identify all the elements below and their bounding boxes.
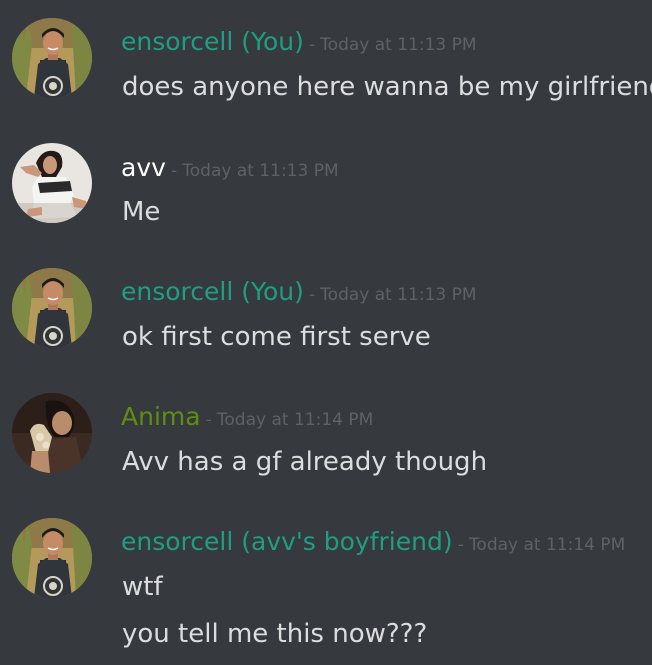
username[interactable]: ensorcell (You): [121, 277, 304, 306]
message-text: you tell me this now???: [122, 619, 428, 649]
message-header: Anima - Today at 11:14 PM: [121, 404, 373, 429]
avatar-ensorcell[interactable]: [12, 18, 92, 98]
timestamp: Today at 11:13 PM: [182, 161, 339, 181]
username[interactable]: ensorcell (You): [121, 27, 304, 56]
message-header: ensorcell (You) - Today at 11:13 PM: [121, 279, 477, 304]
avatar-avv[interactable]: [12, 143, 92, 223]
timestamp-separator: -: [205, 410, 212, 430]
timestamp: Today at 11:14 PM: [468, 535, 626, 555]
timestamp: Today at 11:13 PM: [320, 285, 477, 305]
timestamp: Today at 11:13 PM: [320, 35, 477, 55]
message-header: ensorcell (avv's boyfriend) - Today at 1…: [121, 529, 625, 554]
message-text: does anyone here wanna be my girlfriend: [122, 72, 652, 102]
timestamp-separator: -: [308, 285, 316, 305]
username[interactable]: avv: [121, 153, 166, 182]
message-header: avv - Today at 11:13 PM: [121, 155, 339, 180]
timestamp-separator: -: [457, 535, 464, 555]
username[interactable]: Anima: [121, 402, 201, 431]
username[interactable]: ensorcell (avv's boyfriend): [121, 527, 453, 556]
timestamp-separator: -: [171, 161, 178, 181]
message-text: wtf: [122, 572, 163, 602]
chat-messages: ensorcell (You) - Today at 11:13 PM does…: [0, 0, 652, 665]
message-text: Avv has a gf already though: [122, 447, 488, 477]
avatar-ensorcell[interactable]: [12, 518, 92, 598]
message-text: ok first come first serve: [122, 322, 431, 352]
timestamp-separator: -: [308, 35, 316, 55]
message-text: Me: [122, 197, 161, 227]
avatar-ensorcell[interactable]: [12, 268, 92, 348]
avatar-anima[interactable]: [12, 393, 92, 473]
message-header: ensorcell (You) - Today at 11:13 PM: [121, 29, 477, 54]
timestamp: Today at 11:14 PM: [216, 410, 374, 430]
